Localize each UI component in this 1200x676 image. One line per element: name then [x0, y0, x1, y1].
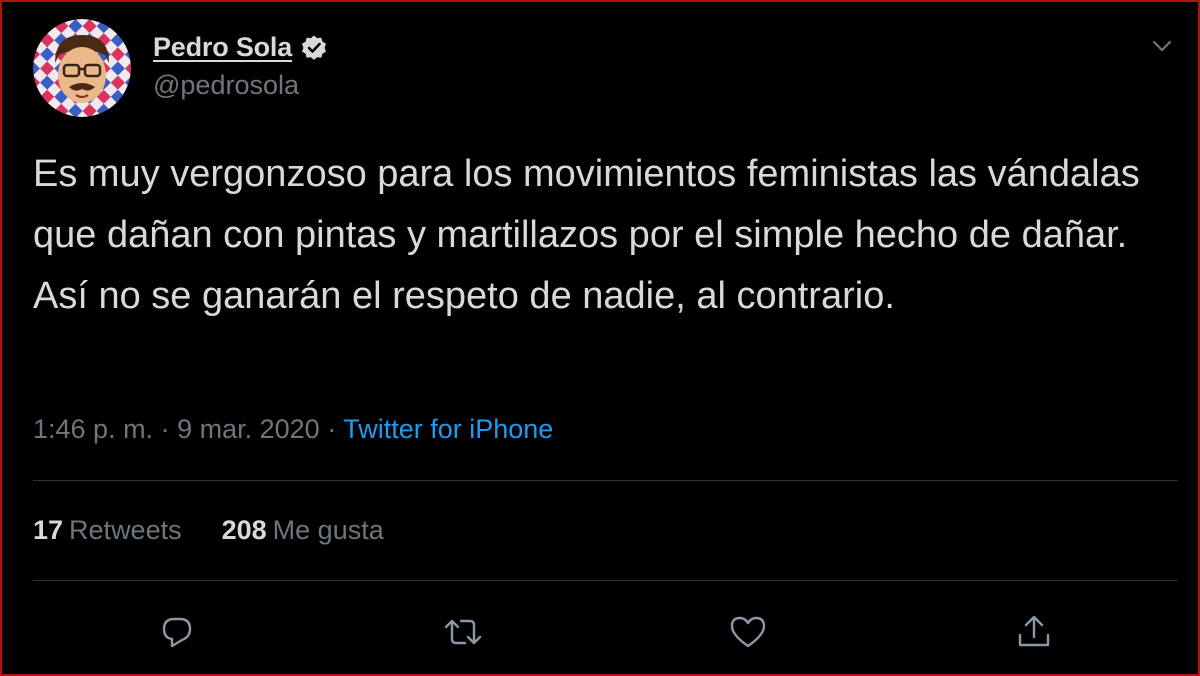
meta-separator: ·	[160, 414, 178, 444]
retweet-button[interactable]	[443, 614, 483, 654]
tweet-card: Pedro Sola @pedrosola Es muy vergonzoso …	[0, 0, 1200, 676]
engagement-stats: 17 Retweets 208 Me gusta	[33, 515, 384, 546]
share-button[interactable]	[1014, 614, 1054, 654]
tweet-date[interactable]: 9 mar. 2020	[177, 414, 320, 444]
retweets-stat[interactable]: 17 Retweets	[33, 515, 182, 546]
like-button[interactable]	[728, 614, 768, 654]
chevron-down-icon[interactable]	[1148, 32, 1176, 60]
divider	[33, 480, 1178, 481]
like-icon	[728, 613, 768, 656]
tweet-meta: 1:46 p. m. · 9 mar. 2020 · Twitter for i…	[33, 414, 553, 445]
avatar[interactable]	[33, 19, 131, 117]
likes-count: 208	[221, 515, 267, 545]
tweet-time[interactable]: 1:46 p. m.	[33, 414, 153, 444]
likes-stat[interactable]: 208 Me gusta	[222, 515, 384, 546]
reply-icon	[158, 613, 196, 656]
action-bar	[2, 606, 1200, 662]
tweet-text: Es muy vergonzoso para los movimientos f…	[33, 153, 1140, 317]
meta-separator: ·	[327, 414, 344, 444]
retweets-label: Retweets	[69, 515, 182, 545]
tweet-source-link[interactable]: Twitter for iPhone	[343, 414, 553, 444]
verified-badge-icon	[300, 34, 328, 62]
divider	[33, 580, 1178, 581]
reply-button[interactable]	[157, 614, 197, 654]
share-icon	[1015, 613, 1053, 656]
retweet-icon	[443, 613, 483, 656]
avatar-illustration	[33, 19, 131, 117]
author-handle[interactable]: @pedrosola	[153, 70, 299, 101]
author-name[interactable]: Pedro Sola	[153, 32, 292, 63]
likes-label: Me gusta	[272, 515, 384, 545]
retweets-count: 17	[33, 515, 64, 545]
author-name-row: Pedro Sola	[153, 32, 328, 63]
